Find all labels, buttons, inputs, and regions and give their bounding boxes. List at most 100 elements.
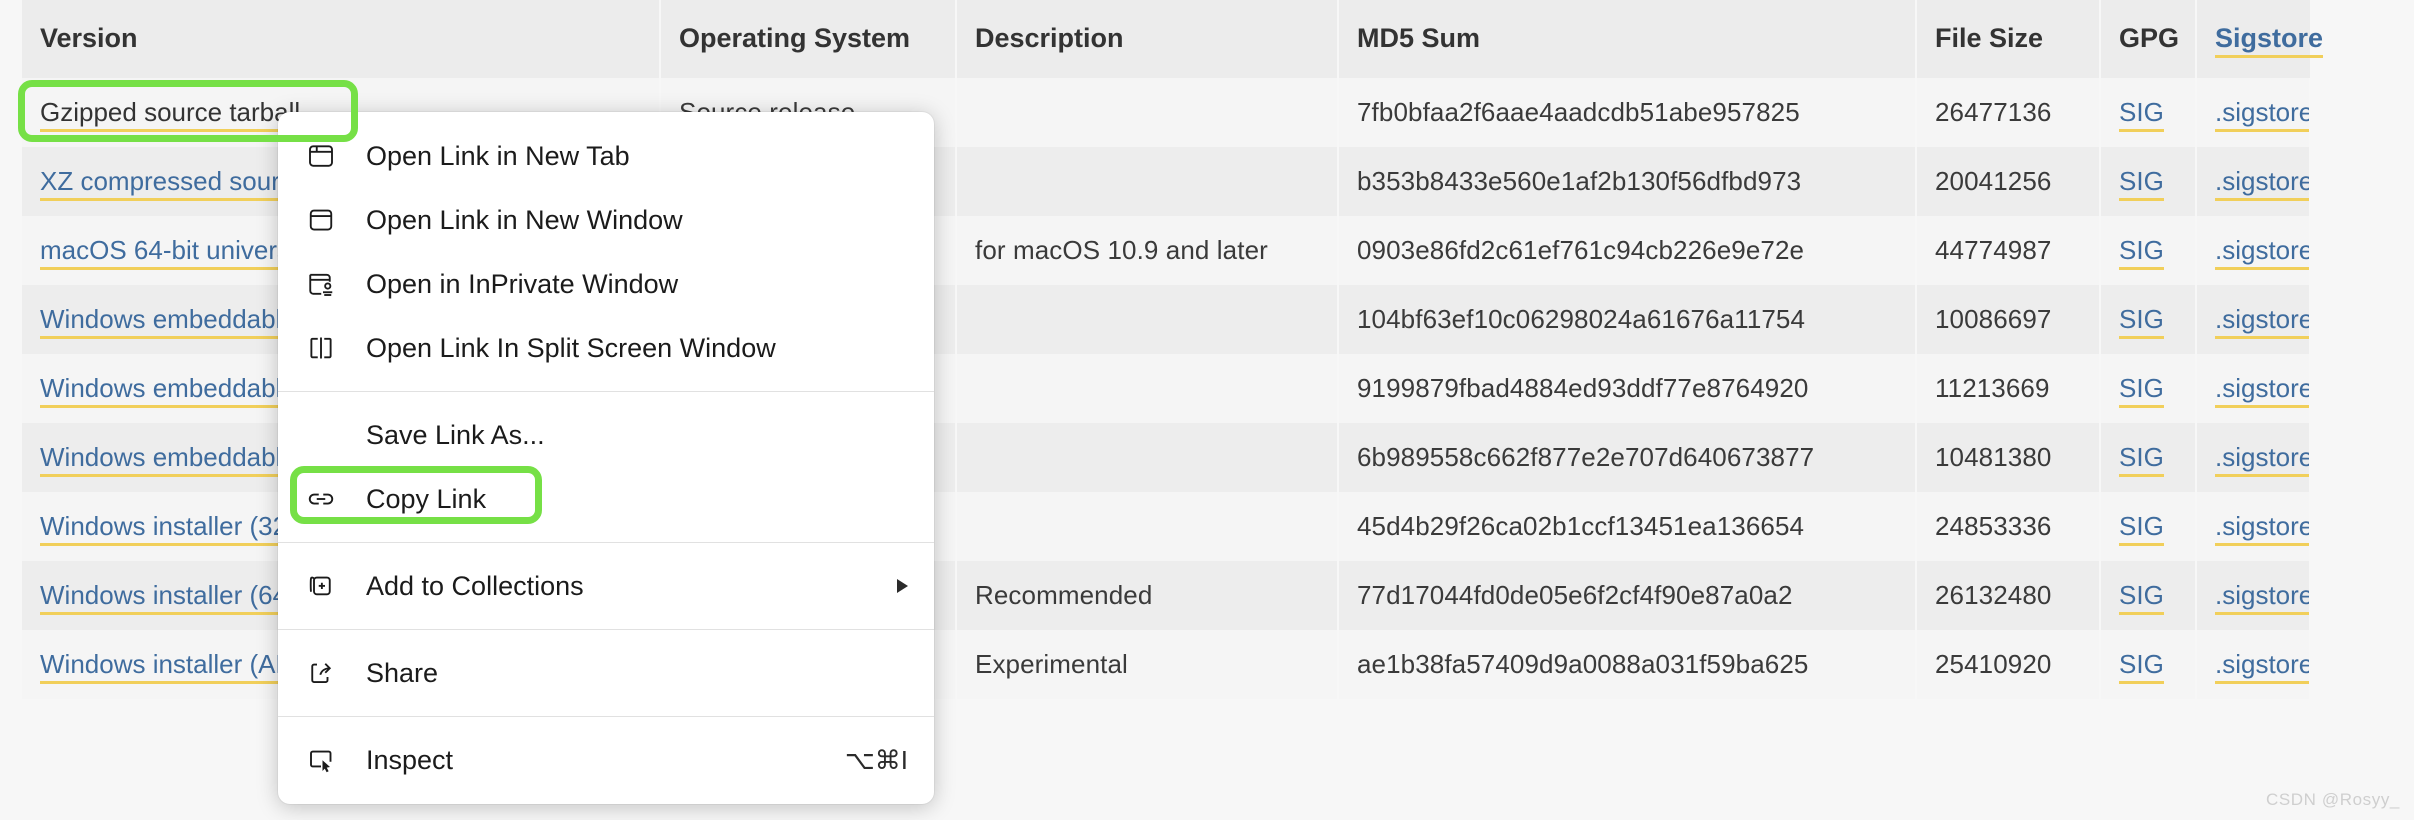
cell-description xyxy=(956,492,1338,561)
cell-sigstore: .sigstore xyxy=(2196,423,2310,492)
cell-description-value: Recommended xyxy=(975,580,1152,610)
cell-file-size: 25410920 xyxy=(1916,630,2100,699)
cell-file-size: 24853336 xyxy=(1916,492,2100,561)
cell-gpg: SIG xyxy=(2100,492,2196,561)
sigstore-link[interactable]: .sigstore xyxy=(2215,304,2310,339)
column-header-gpg: GPG xyxy=(2100,0,2196,78)
column-header-sigstore-link[interactable]: Sigstore xyxy=(2215,23,2323,58)
new-tab-icon xyxy=(306,139,348,173)
cell-file-size-value: 44774987 xyxy=(1935,235,2051,265)
cell-gpg: SIG xyxy=(2100,285,2196,354)
column-header-md5-sum-label: MD5 Sum xyxy=(1357,23,1480,53)
cell-gpg: SIG xyxy=(2100,423,2196,492)
sigstore-link[interactable]: .sigstore xyxy=(2215,649,2310,684)
gpg-sig-link[interactable]: SIG xyxy=(2119,235,2164,270)
sigstore-link[interactable]: .sigstore xyxy=(2215,442,2310,477)
cell-file-size: 10481380 xyxy=(1916,423,2100,492)
cell-description xyxy=(956,147,1338,216)
cell-file-size: 26477136 xyxy=(1916,78,2100,147)
gpg-sig-link[interactable]: SIG xyxy=(2119,97,2164,132)
context-menu-separator xyxy=(278,391,934,392)
cell-md5-sum-value: 0903e86fd2c61ef761c94cb226e9e72e xyxy=(1357,235,1804,265)
context-menu-item-add-to-collections[interactable]: Add to Collections xyxy=(278,554,934,618)
cell-sigstore: .sigstore xyxy=(2196,147,2310,216)
column-header-md5-sum: MD5 Sum xyxy=(1338,0,1916,78)
cell-description: Experimental xyxy=(956,630,1338,699)
inprivate-window-icon xyxy=(306,267,348,301)
column-header-file-size: File Size xyxy=(1916,0,2100,78)
chevron-right-icon xyxy=(897,579,908,593)
cell-md5-sum: ae1b38fa57409d9a0088a031f59ba625 xyxy=(1338,630,1916,699)
context-menu-separator xyxy=(278,716,934,717)
cell-md5-sum-value: 77d17044fd0de05e6f2cf4f90e87a0a2 xyxy=(1357,580,1793,610)
gpg-sig-link[interactable]: SIG xyxy=(2119,442,2164,477)
context-menu-item-save-link-as[interactable]: Save Link As... xyxy=(278,403,934,467)
sigstore-link[interactable]: .sigstore xyxy=(2215,373,2310,408)
context-menu-item-label: Add to Collections xyxy=(366,571,879,602)
inspect-icon xyxy=(306,743,348,777)
gpg-sig-link[interactable]: SIG xyxy=(2119,511,2164,546)
gpg-sig-link[interactable]: SIG xyxy=(2119,580,2164,615)
context-menu-item-inspect[interactable]: Inspect ⌥⌘I xyxy=(278,728,934,792)
gpg-sig-link[interactable]: SIG xyxy=(2119,166,2164,201)
cell-file-size-value: 25410920 xyxy=(1935,649,2051,679)
column-header-version: Version xyxy=(22,0,660,78)
cell-md5-sum: 0903e86fd2c61ef761c94cb226e9e72e xyxy=(1338,216,1916,285)
sigstore-link[interactable]: .sigstore xyxy=(2215,580,2310,615)
context-menu-item-label: Save Link As... xyxy=(366,420,908,451)
context-menu-item-label: Inspect xyxy=(366,745,825,776)
sigstore-link[interactable]: .sigstore xyxy=(2215,511,2310,546)
cell-gpg: SIG xyxy=(2100,561,2196,630)
gpg-sig-link[interactable]: SIG xyxy=(2119,373,2164,408)
cell-md5-sum-value: 6b989558c662f877e2e707d640673877 xyxy=(1357,442,1814,472)
column-header-description: Description xyxy=(956,0,1338,78)
cell-sigstore: .sigstore xyxy=(2196,285,2310,354)
table-header: Version Operating System Description MD5… xyxy=(22,0,2310,78)
context-menu-item-open-link-in-new-tab[interactable]: Open Link in New Tab xyxy=(278,124,934,188)
watermark: CSDN @Rosyy_ xyxy=(2266,790,2400,810)
context-menu-item-open-link-in-split-screen-window[interactable]: Open Link In Split Screen Window xyxy=(278,316,934,380)
sigstore-link[interactable]: .sigstore xyxy=(2215,166,2310,201)
gpg-sig-link[interactable]: SIG xyxy=(2119,304,2164,339)
cell-description-value: for macOS 10.9 and later xyxy=(975,235,1268,265)
gpg-sig-link[interactable]: SIG xyxy=(2119,649,2164,684)
cell-md5-sum-value: 104bf63ef10c06298024a61676a11754 xyxy=(1357,304,1805,334)
context-menu-item-label: Open in InPrivate Window xyxy=(366,269,908,300)
cell-file-size-value: 26477136 xyxy=(1935,97,2051,127)
split-screen-icon xyxy=(306,331,348,365)
cell-md5-sum-value: 7fb0bfaa2f6aae4aadcdb51abe957825 xyxy=(1357,97,1800,127)
cell-gpg: SIG xyxy=(2100,147,2196,216)
context-menu[interactable]: Open Link in New Tab Open Link in New Wi… xyxy=(278,112,934,804)
version-download-link[interactable]: Gzipped source tarball xyxy=(40,97,300,132)
cell-file-size: 26132480 xyxy=(1916,561,2100,630)
table-header-row: Version Operating System Description MD5… xyxy=(22,0,2310,78)
cell-sigstore: .sigstore xyxy=(2196,78,2310,147)
cell-sigstore: .sigstore xyxy=(2196,216,2310,285)
cell-description: for macOS 10.9 and later xyxy=(956,216,1338,285)
sigstore-link[interactable]: .sigstore xyxy=(2215,97,2310,132)
cell-md5-sum: b353b8433e560e1af2b130f56dfbd973 xyxy=(1338,147,1916,216)
context-menu-item-open-in-inprivate-window[interactable]: Open in InPrivate Window xyxy=(278,252,934,316)
context-menu-item-label: Open Link in New Tab xyxy=(366,141,908,172)
cell-file-size: 10086697 xyxy=(1916,285,2100,354)
context-menu-item-copy-link[interactable]: Copy Link xyxy=(278,467,934,531)
new-window-icon xyxy=(306,203,348,237)
cell-sigstore: .sigstore xyxy=(2196,354,2310,423)
cell-file-size-value: 26132480 xyxy=(1935,580,2051,610)
cell-md5-sum-value: 45d4b29f26ca02b1ccf13451ea136654 xyxy=(1357,511,1804,541)
context-menu-item-share[interactable]: Share xyxy=(278,641,934,705)
cell-md5-sum: 77d17044fd0de05e6f2cf4f90e87a0a2 xyxy=(1338,561,1916,630)
column-header-operating-system: Operating System xyxy=(660,0,956,78)
column-header-file-size-label: File Size xyxy=(1935,23,2043,53)
sigstore-link[interactable]: .sigstore xyxy=(2215,235,2310,270)
cell-description: Recommended xyxy=(956,561,1338,630)
cell-file-size: 20041256 xyxy=(1916,147,2100,216)
context-menu-item-open-link-in-new-window[interactable]: Open Link in New Window xyxy=(278,188,934,252)
cell-gpg: SIG xyxy=(2100,216,2196,285)
cell-description xyxy=(956,285,1338,354)
column-header-description-label: Description xyxy=(975,23,1124,53)
no-icon-placeholder xyxy=(306,418,348,452)
cell-description xyxy=(956,354,1338,423)
context-menu-separator xyxy=(278,629,934,630)
context-menu-item-shortcut: ⌥⌘I xyxy=(845,745,908,776)
